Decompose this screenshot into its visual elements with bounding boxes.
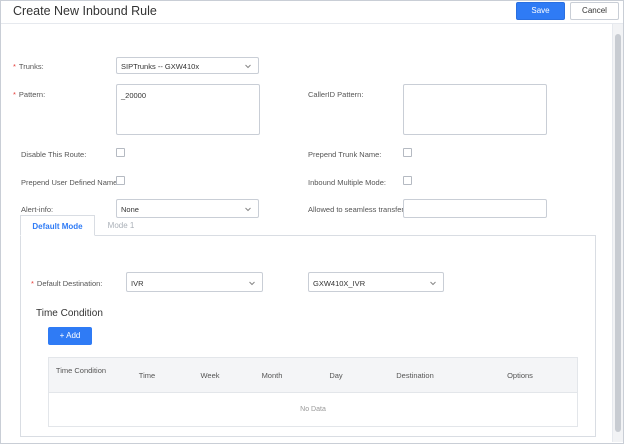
column-header-month: Month (261, 371, 283, 380)
pattern-label: * Pattern: (13, 90, 45, 99)
required-marker: * (31, 279, 34, 288)
tab-mode-1[interactable]: Mode 1 (100, 215, 142, 236)
trunks-select[interactable]: SIPTrunks -- GXW410x (116, 57, 259, 74)
chevron-down-icon (245, 207, 251, 212)
empty-state-text: No Data (300, 406, 326, 413)
required-marker: * (13, 62, 16, 71)
prepend-trunk-name-checkbox[interactable] (403, 148, 412, 157)
cancel-button[interactable]: Cancel (570, 2, 619, 20)
chevron-down-icon (245, 64, 251, 69)
inbound-multiple-mode-label: Inbound Multiple Mode: (308, 178, 386, 187)
chevron-down-icon (249, 281, 255, 286)
time-condition-table: Time Condition Time Week Month Day Desti… (48, 357, 578, 427)
column-header-options: Options (507, 371, 533, 380)
page-title: Create New Inbound Rule (13, 4, 157, 18)
required-marker: * (13, 90, 16, 99)
alert-info-value: None (121, 205, 139, 214)
disable-route-label: Disable This Route: (21, 150, 87, 159)
pattern-value: _20000 (121, 91, 147, 100)
pattern-label-text: Pattern: (18, 90, 46, 99)
tab-default-mode[interactable]: Default Mode (20, 215, 95, 236)
callerid-pattern-label: CallerID Pattern: (308, 90, 364, 99)
callerid-pattern-textarea[interactable] (403, 84, 547, 135)
destination-type-value: IVR (131, 279, 144, 288)
disable-route-checkbox[interactable] (116, 148, 125, 157)
alert-info-label: Alert-info: (21, 205, 54, 214)
column-header-destination: Destination (396, 371, 434, 380)
default-destination-label: * Default Destination: (31, 279, 102, 288)
prepend-trunk-name-label: Prepend Trunk Name: (308, 150, 382, 159)
prepend-user-defined-name-label: Prepend User Defined Name: (21, 178, 120, 187)
destination-value: GXW410X_IVR (313, 279, 366, 288)
column-header-time: Time (138, 371, 156, 380)
seamless-transfer-label: Allowed to seamless transfer: (308, 205, 406, 214)
inbound-multiple-mode-checkbox[interactable] (403, 176, 412, 185)
vertical-scrollbar[interactable] (612, 24, 623, 442)
scrollbar-thumb[interactable] (615, 34, 621, 432)
default-destination-label-text: Default Destination: (36, 279, 103, 288)
column-header-time-condition: Time Condition (55, 366, 107, 375)
trunks-select-value: SIPTrunks -- GXW410x (121, 62, 200, 71)
dialog-header: Create New Inbound Rule Save Cancel (1, 1, 623, 24)
dialog-window: Create New Inbound Rule Save Cancel * Tru… (0, 0, 624, 444)
prepend-user-defined-name-checkbox[interactable] (116, 176, 125, 185)
save-button[interactable]: Save (516, 2, 565, 20)
trunks-label: * Trunks: (13, 62, 44, 71)
table-header: Time Condition Time Week Month Day Desti… (49, 358, 577, 393)
column-header-day: Day (329, 371, 343, 380)
destination-type-select[interactable]: IVR (126, 272, 263, 292)
add-time-condition-button[interactable]: + Add (48, 327, 92, 345)
column-header-week: Week (200, 371, 220, 380)
chevron-down-icon (430, 281, 436, 286)
time-condition-title: Time Condition (36, 308, 103, 319)
destination-value-select[interactable]: GXW410X_IVR (308, 272, 444, 292)
pattern-textarea[interactable]: _20000 (116, 84, 260, 135)
trunks-label-text: Trunks: (18, 62, 44, 71)
